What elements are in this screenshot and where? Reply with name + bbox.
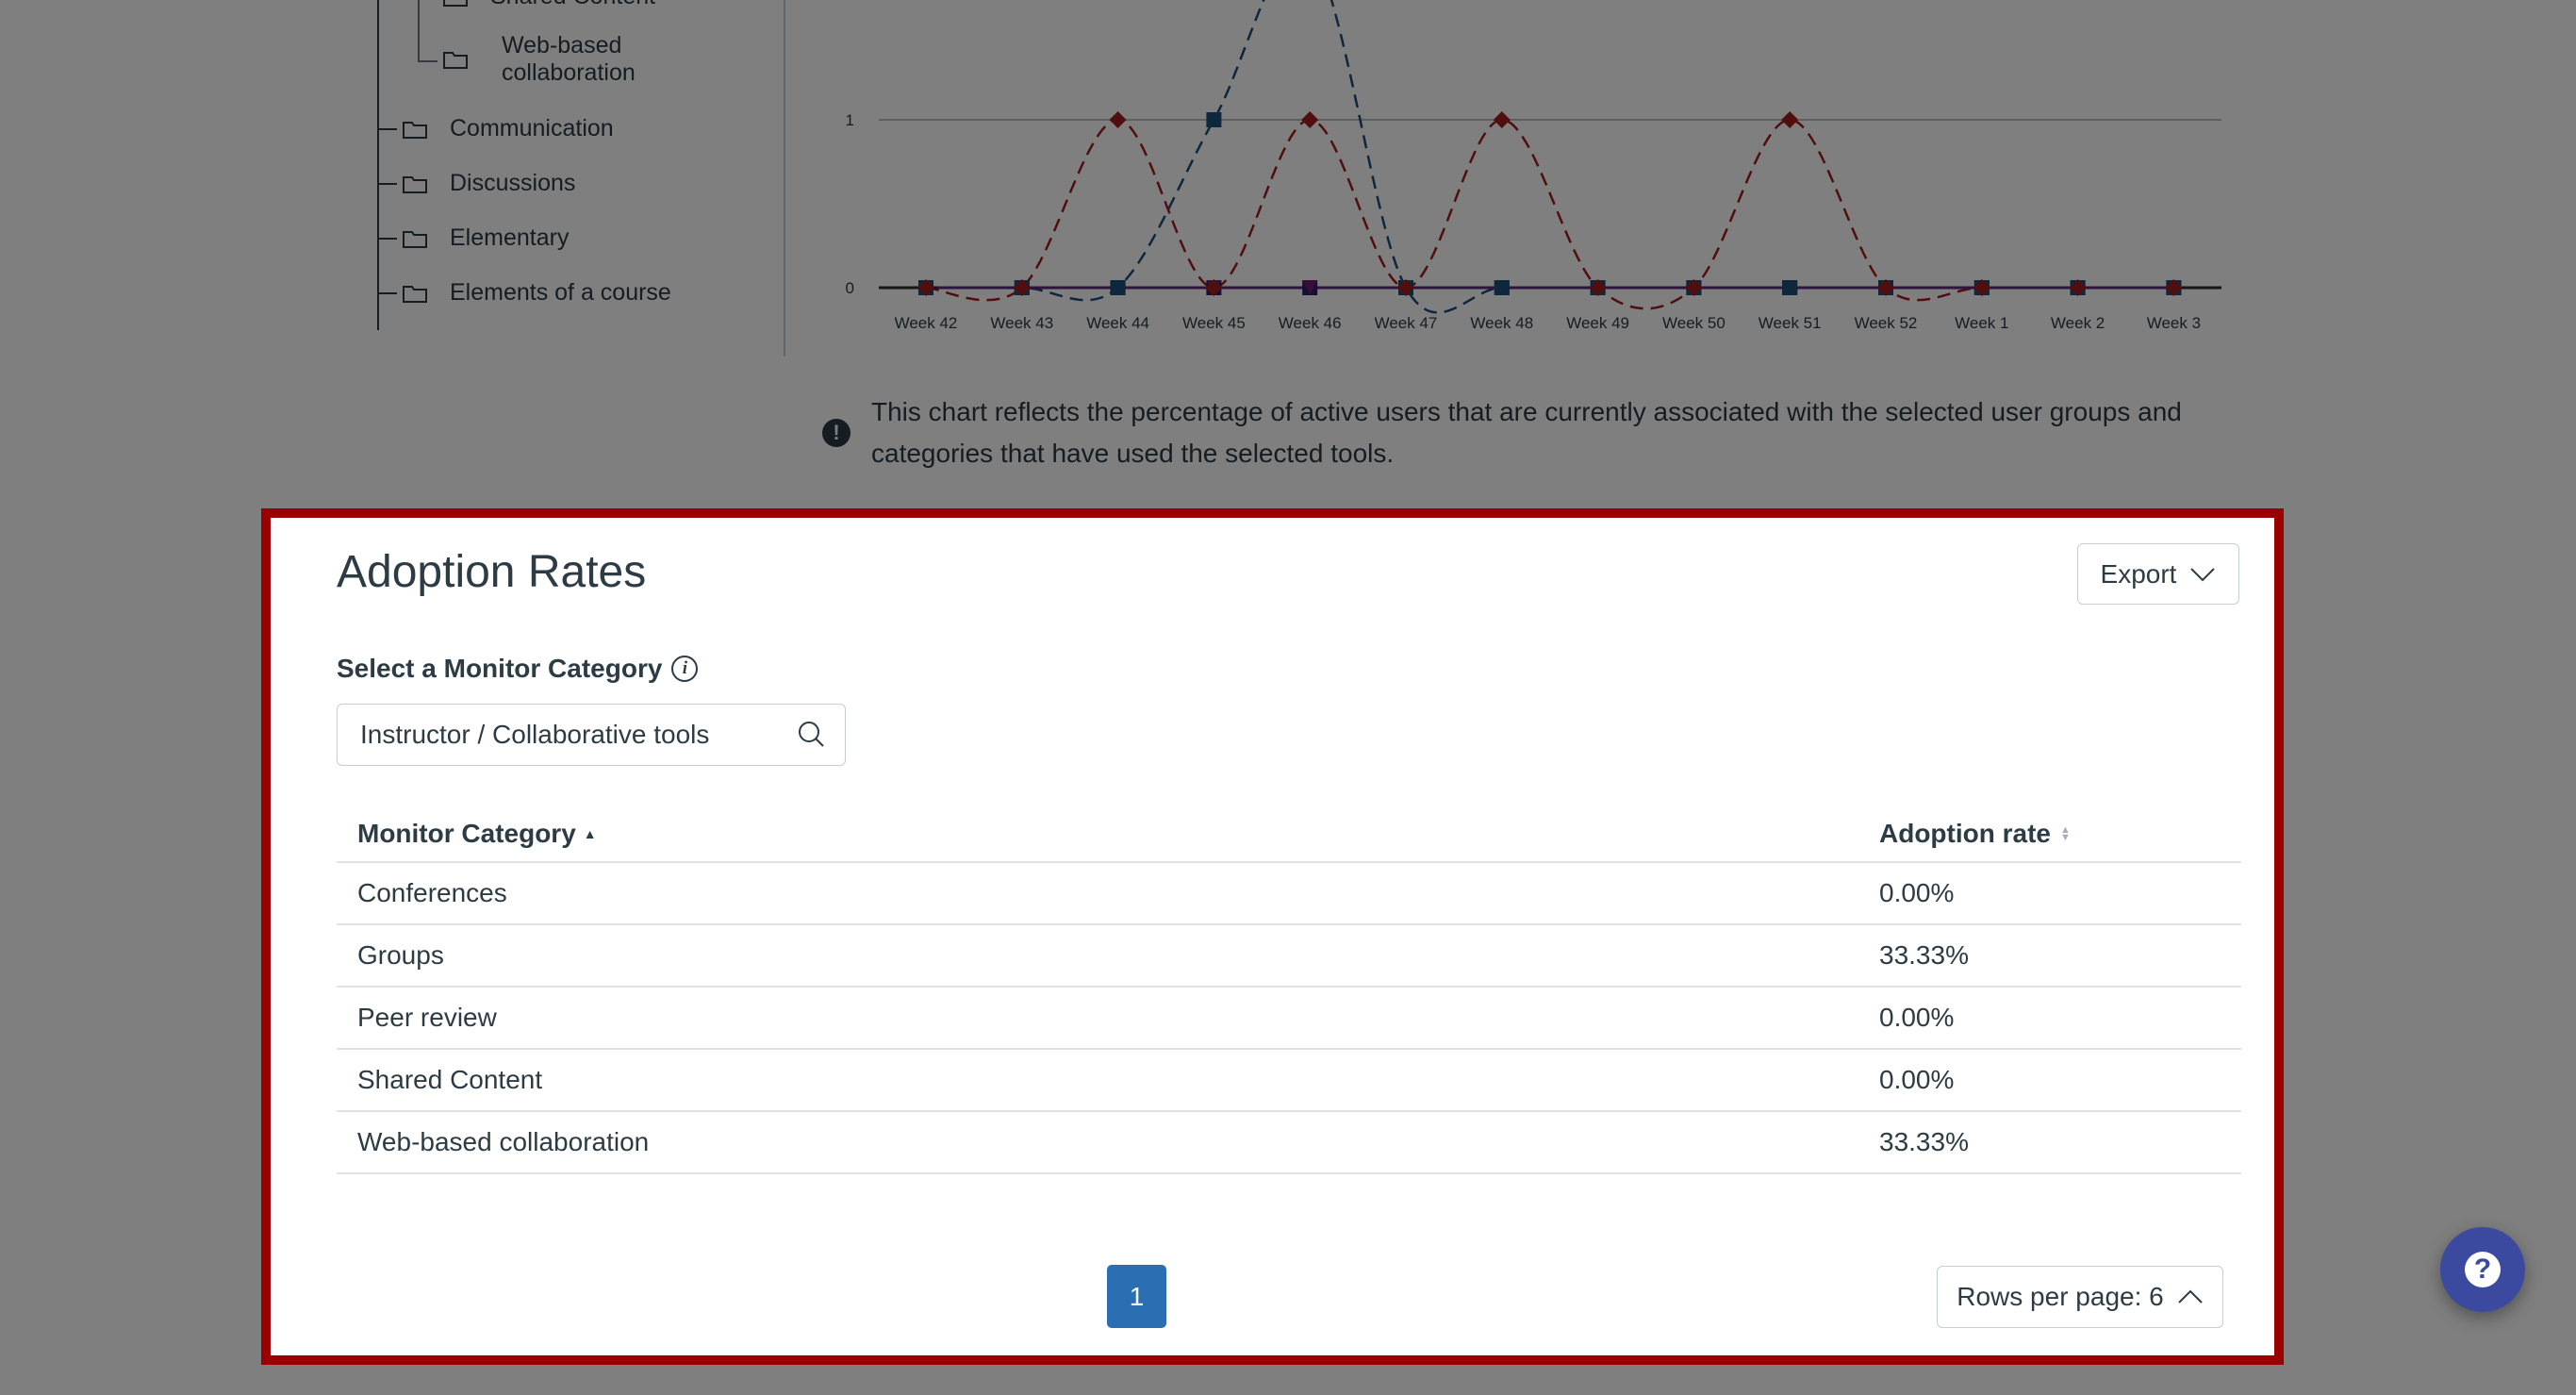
x-tick-label: Week 43 [990, 314, 1053, 332]
monitor-category-label: Select a Monitor Category i [337, 654, 699, 684]
table-header: Monitor Category ▲ Adoption rate ▲ ▼ [337, 806, 2241, 863]
exclamation-icon: ! [822, 419, 850, 447]
x-tick-label: Week 1 [1955, 314, 2008, 332]
info-icon[interactable]: i [671, 656, 699, 682]
x-tick-label: Week 42 [895, 314, 958, 332]
data-point [1301, 111, 1319, 128]
monitor-category-input[interactable] [358, 719, 798, 751]
table-row: Web-based collaboration 33.33% [337, 1112, 2241, 1174]
rows-per-page-select[interactable]: Rows per page: 6 [1937, 1266, 2223, 1328]
category-cell: Peer review [357, 1003, 497, 1032]
search-icon[interactable] [798, 721, 826, 749]
rate-cell: 0.00% [1879, 878, 1955, 907]
data-point [1493, 111, 1511, 128]
category-cell: Conferences [357, 878, 507, 907]
page: Shared Content Web-based collaboration C… [0, 0, 2576, 1395]
table-row: Peer review 0.00% [337, 988, 2241, 1050]
question-icon: ? [2465, 1252, 2501, 1287]
table-row: Shared Content 0.00% [337, 1050, 2241, 1112]
rows-per-page-label: Rows per page: 6 [1957, 1282, 2164, 1311]
notice-text: This chart reflects the percentage of ac… [871, 397, 2182, 468]
x-tick-label: Week 46 [1279, 314, 1342, 332]
column-header-monitor-category[interactable]: Monitor Category ▲ [357, 819, 597, 849]
chevron-up-icon [2178, 1289, 2203, 1304]
x-tick-label: Week 45 [1182, 314, 1246, 332]
rate-cell: 33.33% [1879, 1127, 1969, 1156]
data-point [1781, 111, 1799, 128]
adoption-trend-chart: 0 1 Week 42 Week 43 Week 44 Week 45 Week 46 Wee… [846, 0, 2221, 332]
chevron-down-icon [2190, 567, 2216, 581]
monitor-category-search[interactable] [337, 704, 846, 766]
x-tick-label: Week 51 [1759, 314, 1822, 332]
x-tick-label: Week 3 [2147, 314, 2201, 332]
series-line [926, 0, 2174, 314]
category-cell: Web-based collaboration [357, 1127, 650, 1156]
sort-icon: ▲ ▼ [2060, 824, 2071, 843]
y-tick-label: 1 [846, 111, 854, 129]
help-button[interactable]: ? [2440, 1227, 2525, 1312]
x-tick-label: Week 50 [1662, 314, 1726, 332]
export-button[interactable]: Export [2077, 543, 2239, 605]
category-cell: Shared Content [357, 1065, 543, 1094]
x-tick-label: Week 2 [2051, 314, 2105, 332]
y-tick-label: 0 [846, 279, 854, 297]
rate-cell: 0.00% [1879, 1065, 1955, 1094]
sort-ascending-icon: ▲ [583, 826, 597, 841]
data-point [1782, 280, 1798, 295]
data-point [1110, 280, 1126, 295]
adoption-table: Monitor Category ▲ Adoption rate ▲ ▼ Conf… [337, 806, 2241, 1174]
x-tick-label: Week 47 [1375, 314, 1438, 332]
export-label: Export [2100, 558, 2177, 589]
x-tick-label: Week 52 [1855, 314, 1918, 332]
column-header-label: Adoption rate [1879, 819, 2051, 848]
page-1-button[interactable]: 1 [1107, 1265, 1166, 1328]
column-header-label: Monitor Category [357, 819, 576, 848]
rate-cell: 0.00% [1879, 1003, 1955, 1032]
x-tick-label: Week 49 [1566, 314, 1629, 332]
adoption-rates-card: Adoption Rates Export Select a Monitor C… [261, 508, 2284, 1365]
table-row: Conferences 0.00% [337, 863, 2241, 925]
rate-cell: 33.33% [1879, 940, 1969, 970]
table-row: Groups 33.33% [337, 925, 2241, 988]
data-point [1206, 112, 1222, 127]
monitor-category-label-text: Select a Monitor Category [337, 654, 663, 683]
category-cell: Groups [357, 940, 444, 970]
data-point [1109, 111, 1127, 128]
chart-notice: ! This chart reflects the percentage of … [822, 391, 2237, 474]
x-tick-label: Week 48 [1470, 314, 1533, 332]
column-header-adoption-rate[interactable]: Adoption rate ▲ ▼ [1879, 819, 2071, 849]
card-title: Adoption Rates [337, 547, 647, 597]
x-tick-label: Week 44 [1086, 314, 1149, 332]
data-point [1494, 280, 1510, 295]
